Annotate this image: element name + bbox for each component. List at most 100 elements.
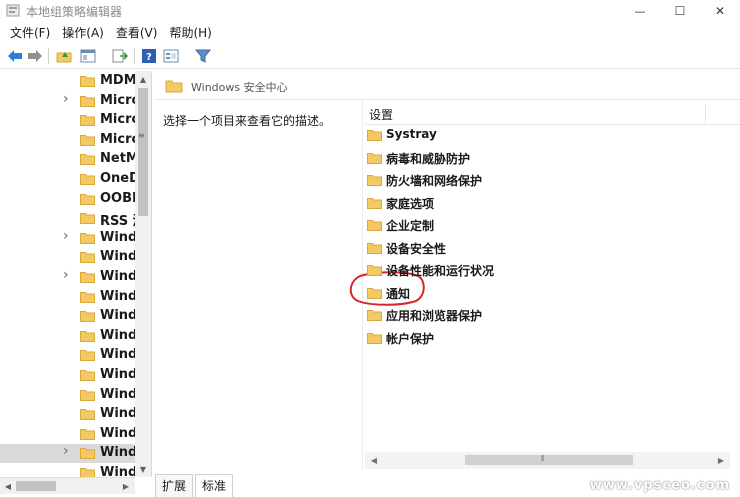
tree-item-label: Micro — [100, 92, 136, 108]
setting-list-item[interactable]: 应用和浏览器保护 — [367, 306, 667, 326]
forward-button[interactable] — [26, 47, 44, 65]
tree-item[interactable]: Wind — [0, 386, 136, 405]
expand-chevron-icon[interactable]: › — [63, 91, 69, 107]
folder-icon — [80, 408, 95, 423]
tree-item[interactable]: Wind — [0, 366, 136, 385]
tree-item-label: Wind — [100, 406, 136, 422]
setting-list-item[interactable]: Systray — [367, 126, 667, 146]
scroll-left-arrow-icon[interactable]: ◀ — [367, 453, 381, 467]
tree-item[interactable]: › Wind — [0, 228, 136, 248]
folder-icon — [80, 114, 95, 129]
setting-list-item[interactable]: 企业定制 — [367, 216, 667, 236]
scroll-up-arrow-icon[interactable]: ▲ — [135, 71, 151, 87]
folder-icon — [367, 264, 382, 279]
setting-list-item[interactable]: 帐户保护 — [367, 329, 667, 349]
scroll-thumb[interactable] — [465, 455, 633, 465]
menu-help[interactable]: 帮助(H) — [163, 24, 217, 41]
tree-item[interactable]: RSS 源 — [0, 209, 136, 229]
close-button[interactable]: ✕ — [700, 0, 740, 22]
setting-list-item-label: 设备性能和运行状况 — [386, 264, 495, 278]
back-button[interactable] — [6, 47, 24, 65]
tree-item[interactable]: › Micro — [0, 91, 136, 111]
column-divider[interactable] — [705, 105, 706, 123]
setting-list-item[interactable]: 家庭选项 — [367, 194, 667, 214]
tree-vertical-scrollbar[interactable]: ▲ ≡ ▼ — [135, 71, 151, 477]
details-pane: Windows 安全中心 选择一个项目来查看它的描述。 设置 Systray 病毒… — [155, 71, 740, 471]
setting-list-item[interactable]: 通知 — [367, 284, 667, 304]
menu-file[interactable]: 文件(F) — [4, 24, 56, 41]
menu-view[interactable]: 查看(V) — [110, 24, 164, 41]
export-list-button[interactable] — [111, 47, 129, 65]
maximize-icon: ☐ — [674, 4, 686, 18]
tree-item[interactable]: Wind — [0, 405, 136, 424]
tree-item[interactable]: Micro — [0, 131, 136, 150]
setting-list-item[interactable]: 病毒和威胁防护 — [367, 149, 667, 169]
tree-item[interactable]: › Wind — [0, 267, 136, 287]
filter-icon — [195, 49, 211, 63]
minimize-icon: — — [634, 4, 646, 18]
tree-item[interactable]: OneD — [0, 170, 136, 189]
tree-item[interactable]: › Wind — [0, 443, 136, 464]
expand-chevron-icon[interactable]: › — [63, 228, 69, 244]
tree-item-label: Wind — [100, 288, 136, 304]
folder-icon — [80, 193, 95, 208]
scroll-grip-icon: ⦀ — [541, 454, 545, 463]
expand-chevron-icon[interactable]: › — [63, 443, 69, 459]
tab-extended[interactable]: 扩展 — [155, 474, 194, 497]
tree-item-label: Wind — [100, 249, 136, 265]
tree-item-label: Wind — [100, 327, 136, 343]
scroll-left-arrow-icon[interactable]: ◀ — [1, 479, 15, 493]
scroll-grip-icon: ≡ — [138, 131, 145, 140]
maximize-button[interactable]: ☐ — [660, 0, 700, 22]
scroll-right-arrow-icon[interactable]: ▶ — [714, 453, 728, 467]
tree-item[interactable]: Wind — [0, 248, 136, 267]
folder-icon — [367, 242, 382, 257]
setting-list-item[interactable]: 防火墙和网络保护 — [367, 171, 667, 191]
filter-button[interactable] — [194, 47, 212, 65]
tree-item-label: Wind — [100, 367, 136, 382]
menu-action[interactable]: 操作(A) — [56, 24, 110, 41]
tree-item[interactable]: OOBE — [0, 190, 136, 209]
folder-icon — [80, 389, 95, 404]
tree-item-label: OneD — [100, 171, 136, 186]
tree-item[interactable]: Wind — [0, 288, 136, 307]
tree-item[interactable]: Wind — [0, 346, 136, 365]
tree-item[interactable]: Micro — [0, 111, 136, 130]
breadcrumb-label: Windows 安全中心 — [191, 81, 288, 94]
minimize-button[interactable]: — — [620, 0, 660, 22]
scroll-thumb[interactable] — [138, 88, 148, 216]
column-header-setting[interactable]: 设置 — [365, 103, 740, 125]
tree-item-label: Wind — [100, 308, 136, 324]
close-icon: ✕ — [714, 4, 726, 18]
details-horizontal-scrollbar[interactable]: ◀ ⦀ ▶ — [365, 452, 730, 469]
tree-item[interactable]: Wind — [0, 307, 136, 326]
help-button[interactable]: ? — [140, 47, 158, 65]
tree-item[interactable]: Wind — [0, 464, 136, 477]
folder-icon — [80, 153, 95, 168]
setting-list-item-label: 通知 — [386, 286, 411, 301]
up-one-level-button[interactable] — [55, 47, 73, 65]
tree-item[interactable]: Wind — [0, 327, 136, 346]
tree-horizontal-scrollbar[interactable]: ◀ ▶ — [0, 477, 135, 494]
scroll-right-arrow-icon[interactable]: ▶ — [119, 479, 133, 493]
folder-icon — [80, 251, 95, 266]
export-list-icon — [112, 49, 128, 63]
scroll-thumb[interactable] — [16, 481, 56, 491]
tree-item[interactable]: Wind — [0, 425, 136, 444]
tree-item[interactable]: MDM — [0, 72, 136, 91]
expand-chevron-icon[interactable]: › — [63, 267, 69, 283]
setting-list-item-label: 防火墙和网络保护 — [386, 174, 483, 188]
tree-item[interactable]: NetM — [0, 150, 136, 169]
setting-list-item[interactable]: 设备安全性 — [367, 239, 667, 259]
setting-list-item-label: Systray — [386, 127, 437, 141]
folder-icon — [80, 134, 95, 149]
scroll-down-arrow-icon[interactable]: ▼ — [135, 461, 151, 477]
forward-arrow-icon — [28, 50, 42, 62]
tree-item-label: Micro — [100, 112, 136, 128]
show-hide-tree-button[interactable] — [79, 47, 97, 65]
tree-item-label: Wind — [100, 229, 136, 245]
properties-button[interactable] — [162, 47, 180, 65]
tree-item-label: Wind — [100, 386, 136, 402]
tab-standard[interactable]: 标准 — [195, 474, 234, 497]
setting-list-item[interactable]: 设备性能和运行状况 — [367, 261, 667, 281]
